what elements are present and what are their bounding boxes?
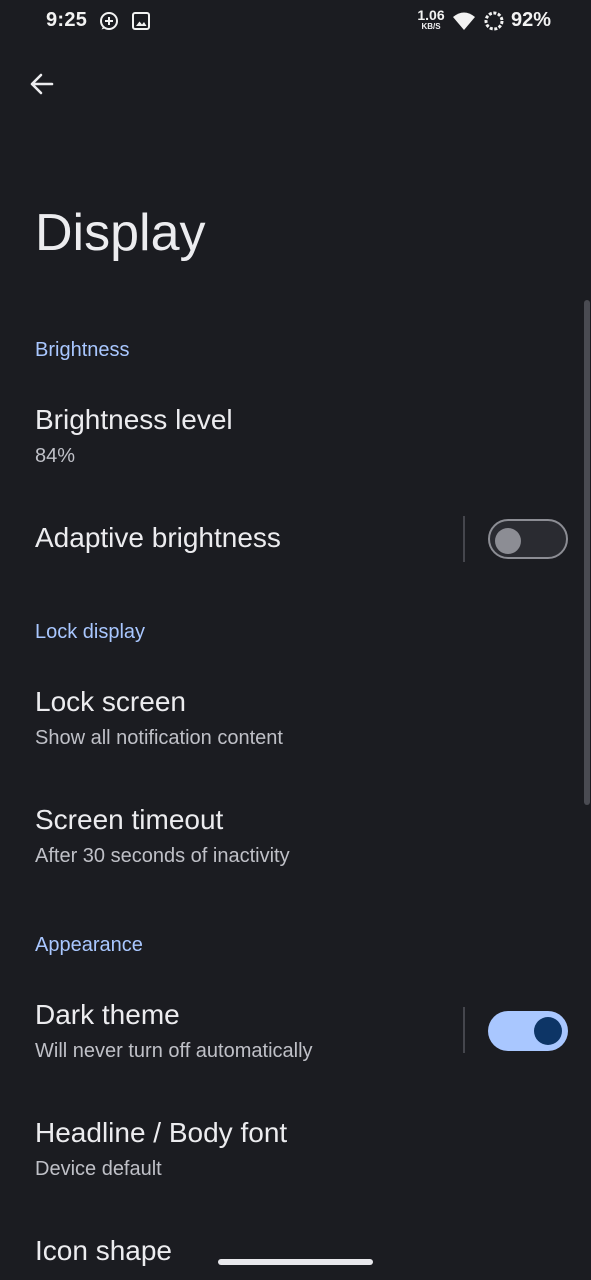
adaptive-brightness-title: Adaptive brightness (35, 522, 281, 553)
gesture-navigation-handle[interactable] (218, 1259, 373, 1265)
brightness-level-summary: 84% (35, 445, 76, 467)
screen-timeout-title: Screen timeout (35, 804, 224, 835)
icon-shape-title: Icon shape (35, 1235, 172, 1266)
section-header-brightness: Brightness (35, 339, 130, 361)
lock-screen-item[interactable]: Lock screen Show all notification conten… (0, 672, 591, 772)
battery-saver-ring-icon (483, 10, 505, 32)
lock-screen-summary: Show all notification content (35, 727, 283, 749)
dark-theme-summary: Will never turn off automatically (35, 1040, 313, 1062)
display-settings-screen: 9:25 1.06 KB/S 92% Display Brightness Br… (0, 0, 591, 1280)
adaptive-brightness-item[interactable]: Adaptive brightness (0, 500, 591, 580)
network-speed: 1.06 KB/S (414, 8, 448, 31)
switch-knob (534, 1017, 562, 1045)
font-title: Headline / Body font (35, 1117, 288, 1148)
font-item[interactable]: Headline / Body font Device default (0, 1103, 591, 1203)
adaptive-brightness-switch[interactable] (488, 519, 568, 559)
dark-theme-item[interactable]: Dark theme Will never turn off automatic… (0, 985, 591, 1085)
wifi-icon (452, 10, 476, 32)
lock-screen-title: Lock screen (35, 686, 186, 717)
network-speed-unit: KB/S (421, 22, 441, 31)
brightness-level-item[interactable]: Brightness level 84% (0, 390, 591, 490)
status-bar: 9:25 1.06 KB/S 92% (0, 0, 591, 44)
battery-percentage: 92% (511, 9, 552, 31)
brightness-level-title: Brightness level (35, 404, 233, 435)
page-title: Display (35, 204, 206, 262)
switch-knob (495, 528, 521, 554)
image-notification-icon (131, 11, 151, 31)
status-time: 9:25 (46, 9, 88, 31)
screen-timeout-summary: After 30 seconds of inactivity (35, 845, 290, 867)
dark-theme-switch[interactable] (488, 1011, 568, 1051)
item-divider (463, 516, 465, 562)
section-header-lock-display: Lock display (35, 621, 146, 643)
dark-theme-title: Dark theme (35, 999, 180, 1030)
arrow-back-icon (30, 73, 54, 95)
section-header-appearance: Appearance (35, 934, 143, 956)
back-button[interactable] (22, 64, 60, 104)
icon-shape-item[interactable]: Icon shape (0, 1221, 591, 1280)
network-speed-value: 1.06 (417, 7, 445, 23)
item-divider (463, 1007, 465, 1053)
font-summary: Device default (35, 1158, 162, 1180)
scrollbar[interactable] (584, 300, 590, 805)
add-circle-notification-icon (99, 11, 119, 31)
screen-timeout-item[interactable]: Screen timeout After 30 seconds of inact… (0, 790, 591, 890)
